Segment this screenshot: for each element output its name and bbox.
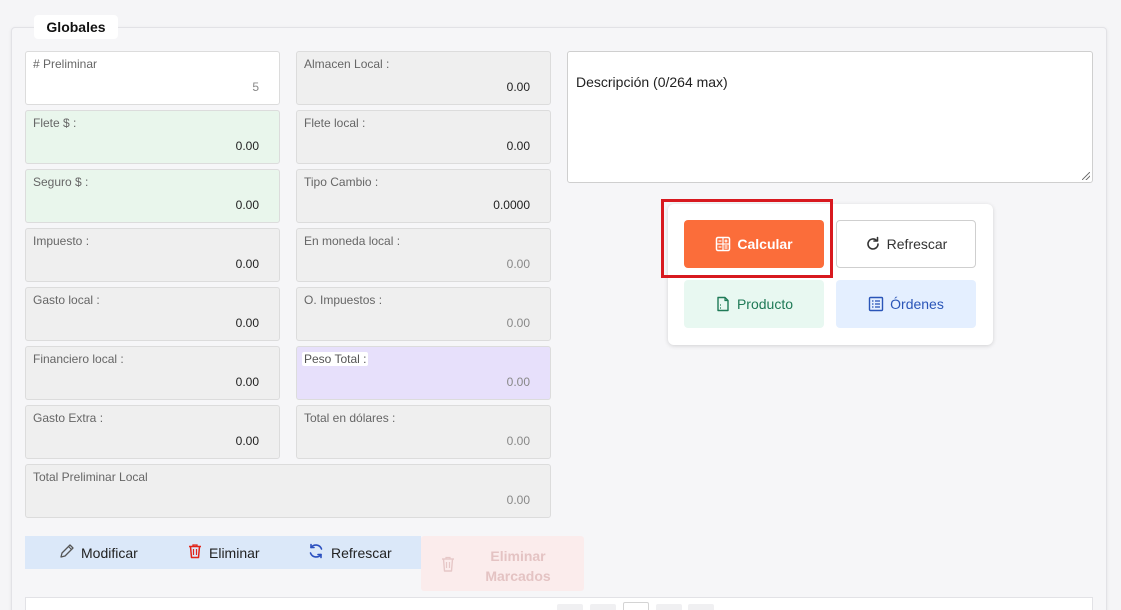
financiero-local-field: Financiero local : 0.00: [25, 346, 280, 400]
flete-field[interactable]: Flete $ : 0.00: [25, 110, 280, 164]
trash-icon: [187, 543, 203, 562]
preliminar-field[interactable]: # Preliminar 5: [25, 51, 280, 105]
impuesto-value: 0.00: [235, 257, 259, 271]
highlight-box: [661, 199, 833, 278]
seguro-field[interactable]: Seguro $ : 0.00: [25, 169, 280, 223]
pencil-icon: [59, 543, 75, 562]
gasto-local-label: Gasto local :: [33, 293, 100, 307]
financiero-local-value: 0.00: [235, 375, 259, 389]
sync-icon: [307, 542, 325, 563]
pager-current-page[interactable]: [623, 602, 649, 610]
flete-local-label: Flete local :: [304, 116, 366, 130]
resize-grip-icon[interactable]: [1082, 172, 1090, 180]
ordenes-label: Órdenes: [890, 296, 944, 312]
eliminar-marcados-button[interactable]: Eliminar Marcados: [421, 536, 584, 591]
otros-impuestos-field: O. Impuestos : 0.00: [296, 287, 551, 341]
modificar-label: Modificar: [81, 544, 138, 561]
eliminar-marcados-line2: Marcados: [485, 568, 551, 584]
otros-impuestos-value: 0.00: [506, 316, 530, 330]
tipo-cambio-label: Tipo Cambio :: [304, 175, 379, 189]
pager-last-button[interactable]: [688, 604, 714, 610]
almacen-local-label: Almacen Local :: [304, 57, 390, 71]
total-dolares-label: Total en dólares :: [304, 411, 396, 425]
peso-total-label: Peso Total :: [302, 352, 369, 366]
gasto-extra-label: Gasto Extra :: [33, 411, 104, 425]
total-preliminar-value: 0.00: [506, 493, 530, 507]
impuesto-field: Impuesto : 0.00: [25, 228, 280, 282]
eliminar-marcados-label: Eliminar Marcados: [473, 546, 563, 586]
description-textarea[interactable]: Descripción (0/264 max): [567, 51, 1093, 183]
eliminar-marcados-line1: Eliminar: [490, 548, 546, 564]
almacen-local-field: Almacen Local : 0.00: [296, 51, 551, 105]
toolbar-refrescar-label: Refrescar: [331, 544, 392, 561]
pager-next-button[interactable]: [656, 604, 682, 610]
tipo-cambio-value: 0.0000: [493, 198, 530, 212]
gasto-extra-field: Gasto Extra : 0.00: [25, 405, 280, 459]
refrescar-label: Refrescar: [886, 236, 948, 252]
description-placeholder: Descripción (0/264 max): [576, 74, 728, 90]
refresh-icon: [865, 236, 881, 252]
peso-total-field[interactable]: Peso Total : 0.00: [296, 346, 551, 400]
total-preliminar-field: Total Preliminar Local 0.00: [25, 464, 551, 518]
tipo-cambio-field: Tipo Cambio : 0.0000: [296, 169, 551, 223]
seguro-value: 0.00: [235, 198, 259, 212]
pager-first-button[interactable]: [557, 604, 583, 610]
almacen-local-value: 0.00: [506, 80, 530, 94]
preliminar-label: # Preliminar: [33, 57, 98, 71]
modificar-button[interactable]: Modificar: [59, 536, 138, 569]
otros-impuestos-label: O. Impuestos :: [304, 293, 383, 307]
producto-label: Producto: [736, 296, 794, 312]
moneda-local-value: 0.00: [506, 257, 530, 271]
trash-outline-icon: [440, 555, 456, 576]
financiero-local-label: Financiero local :: [33, 352, 124, 366]
eliminar-button[interactable]: Eliminar: [187, 536, 260, 569]
flete-local-value: 0.00: [506, 139, 530, 153]
producto-button[interactable]: Producto: [684, 280, 824, 328]
total-dolares-field: Total en dólares : 0.00: [296, 405, 551, 459]
moneda-local-label: En moneda local :: [304, 234, 401, 248]
preliminar-value: 5: [252, 80, 259, 94]
refrescar-button[interactable]: Refrescar: [836, 220, 976, 268]
document-icon: [715, 296, 731, 312]
gasto-extra-value: 0.00: [235, 434, 259, 448]
total-preliminar-label: Total Preliminar Local: [33, 470, 148, 484]
total-dolares-value: 0.00: [506, 434, 530, 448]
gasto-local-value: 0.00: [235, 316, 259, 330]
seguro-label: Seguro $ :: [33, 175, 89, 189]
list-icon: [868, 296, 884, 312]
grid-toolbar: Modificar Eliminar Refrescar: [25, 536, 421, 569]
peso-total-value: 0.00: [506, 375, 530, 389]
moneda-local-field: En moneda local : 0.00: [296, 228, 551, 282]
flete-label: Flete $ :: [33, 116, 77, 130]
ordenes-button[interactable]: Órdenes: [836, 280, 976, 328]
flete-local-field: Flete local : 0.00: [296, 110, 551, 164]
impuesto-label: Impuesto :: [33, 234, 90, 248]
gasto-local-field: Gasto local : 0.00: [25, 287, 280, 341]
toolbar-refrescar-button[interactable]: Refrescar: [307, 536, 392, 569]
eliminar-label: Eliminar: [209, 544, 260, 561]
pager-prev-button[interactable]: [590, 604, 616, 610]
flete-value: 0.00: [235, 139, 259, 153]
section-title: Globales: [34, 15, 118, 39]
